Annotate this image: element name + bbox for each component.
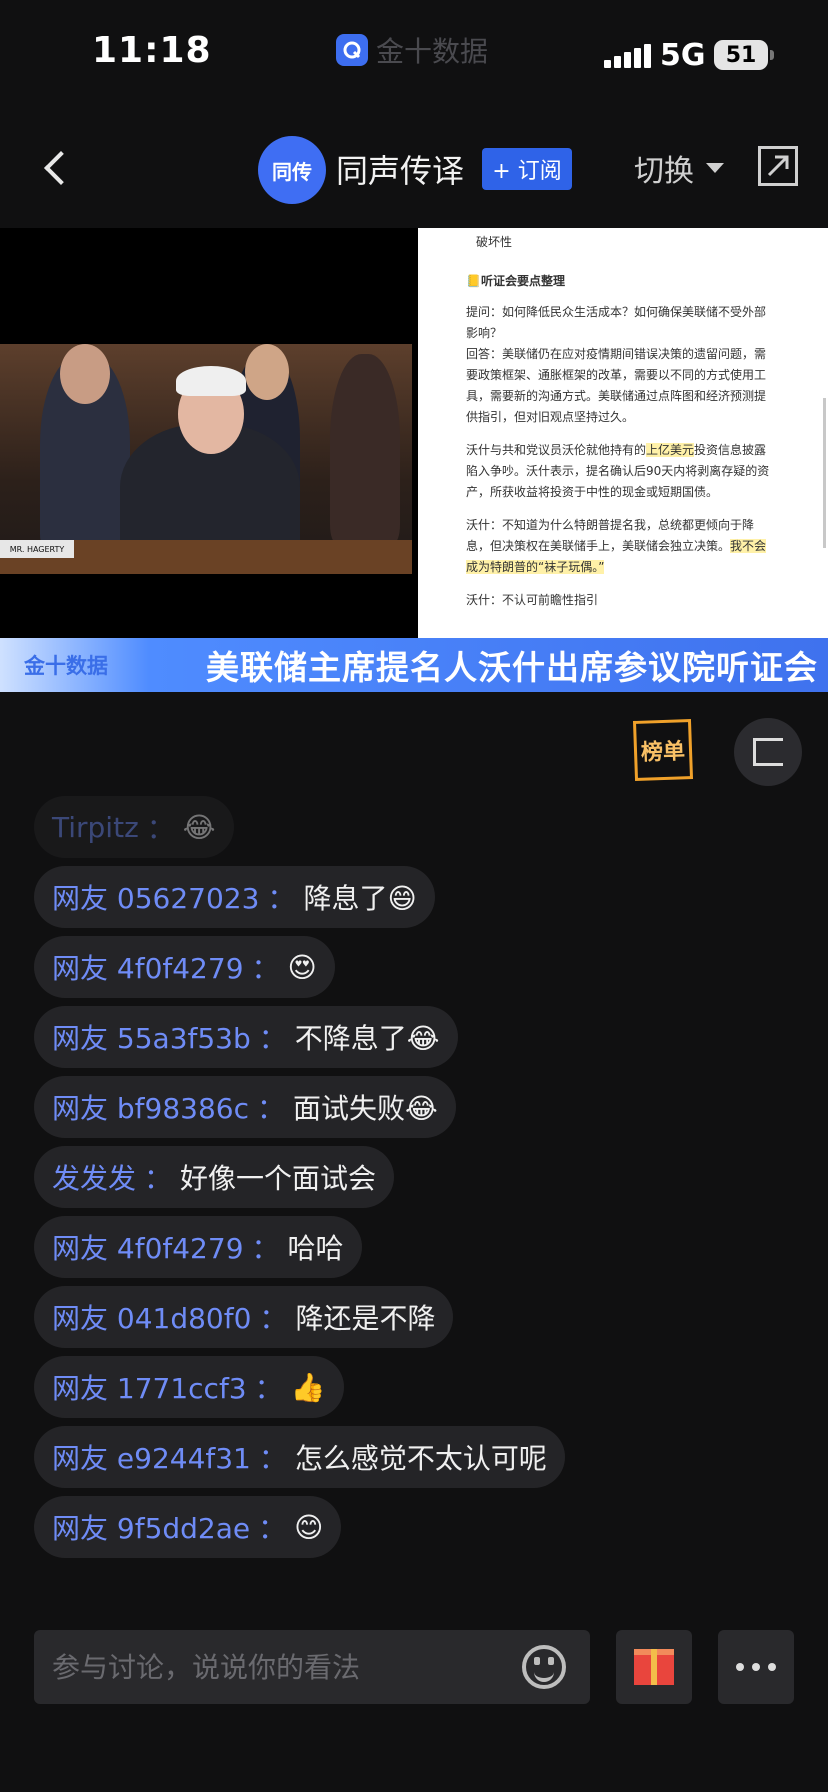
comment-message: 😍 xyxy=(287,950,317,984)
comment-input-bar xyxy=(34,1630,590,1704)
comment-separator: ： xyxy=(259,1302,288,1335)
comment-item: 网友 9f5dd2ae： 😊 xyxy=(34,1496,342,1558)
comment-item: Tirpitz： 😂 xyxy=(34,796,234,858)
comment-message: 好像一个面试会 xyxy=(180,1162,377,1195)
more-button[interactable] xyxy=(718,1630,794,1704)
comment-separator: ： xyxy=(146,812,175,845)
comment-user[interactable]: 网友 4f0f4279 xyxy=(52,947,244,987)
back-button[interactable] xyxy=(30,140,82,196)
comment-item: 网友 1771ccf3： 👍 xyxy=(34,1356,344,1418)
gift-button[interactable] xyxy=(616,1630,692,1704)
banner-title: 美联储主席提名人沃什出席参议院听证会 xyxy=(206,648,818,687)
comment-separator: ： xyxy=(267,882,296,915)
comment-separator: ： xyxy=(258,1512,287,1545)
layout-toggle-button[interactable] xyxy=(734,718,802,786)
comment-separator: ： xyxy=(254,1372,283,1405)
status-time: 11:18 xyxy=(92,30,212,71)
doc-paragraph: 沃什与共和党议员沃伦就他持有的 xyxy=(466,443,647,457)
doc-question: 提问：如何降低民众生活成本？如何确保美联储不受外部影响？ xyxy=(466,305,767,340)
dot xyxy=(736,1663,744,1671)
chevron-left-icon xyxy=(44,151,78,185)
comment-user[interactable]: 网友 041d80f0 xyxy=(52,1297,251,1337)
banner-logo: 金十数据 xyxy=(24,654,108,678)
battery-level: 51 xyxy=(725,42,757,68)
comment-item: 网友 05627023：降息了😄 xyxy=(34,866,435,928)
comment-item: 网友 4f0f4279：哈哈 xyxy=(34,1216,362,1278)
layout-icon xyxy=(753,738,783,766)
comment-message: 怎么感觉不太认可呢 xyxy=(294,1442,547,1475)
person xyxy=(330,354,400,544)
comment-item: 网友 e9244f31：怎么感觉不太认可呢 xyxy=(34,1426,565,1488)
comment-separator: ： xyxy=(251,1232,280,1265)
comment-user[interactable]: Tirpitz xyxy=(52,811,139,844)
comment-item: 网友 bf98386c：面试失败😂 xyxy=(34,1076,456,1138)
doc-bottom-text: 沃什：不认可前瞻性指引 xyxy=(466,593,599,607)
comment-user[interactable]: 网友 bf98386c xyxy=(52,1087,249,1127)
battery-icon: 51 xyxy=(714,40,774,70)
comment-message: 不降息了😂 xyxy=(294,1022,440,1055)
summary-document: 破坏性 📒听证会要点整理 提问：如何降低民众生活成本？如何确保美联储不受外部影响… xyxy=(418,228,828,638)
channel-avatar[interactable]: 同传 xyxy=(258,136,326,204)
doc-top-text: 破坏性 xyxy=(476,235,513,249)
comment-message: 😂 xyxy=(182,810,216,844)
header: 同传 同声传译 + 订阅 切换 xyxy=(0,110,828,228)
comment-item: 网友 041d80f0：降还是不降 xyxy=(34,1286,454,1348)
app-logo-icon xyxy=(336,34,368,66)
comment-message: 降息了😄 xyxy=(303,882,417,915)
comment-separator: ： xyxy=(258,1442,287,1475)
doc-answer: 回答：美联储仍在应对疫情期间错误决策的遗留问题，需要政策框架、通胀框架的改革，需… xyxy=(466,347,767,424)
comment-message: 👍 xyxy=(290,1370,326,1404)
comment-list[interactable]: Tirpitz： 😂 网友 05627023：降息了😄 网友 4f0f4279： 😍… xyxy=(34,796,674,1580)
video-player[interactable]: MR. HAGERTY 破坏性 📒听证会要点整理 提问：如何降低民众生活成本？如… xyxy=(0,228,828,638)
comment-message: 哈哈 xyxy=(287,1232,344,1265)
channel-title: 同声传译 xyxy=(336,152,465,190)
caret-down-icon xyxy=(706,163,724,173)
switch-label: 切换 xyxy=(634,154,694,189)
comment-user[interactable]: 发发发 xyxy=(52,1157,136,1197)
ranking-button[interactable]: 榜单 xyxy=(632,719,694,781)
comment-user[interactable]: 网友 4f0f4279 xyxy=(52,1227,244,1267)
status-bar: 11:18 金十数据 5G 51 xyxy=(0,0,828,110)
comment-message: 降还是不降 xyxy=(295,1302,436,1335)
comment-message: 面试失败😂 xyxy=(293,1092,438,1125)
app-name: 金十数据 xyxy=(376,35,489,68)
live-banner: 金十数据 美联储主席提名人沃什出席参议院听证会 xyxy=(0,638,828,692)
switch-button[interactable]: 切换 xyxy=(634,146,724,190)
nameplate: MR. HAGERTY xyxy=(0,540,74,558)
subscribe-button[interactable]: + 订阅 xyxy=(482,148,572,190)
person xyxy=(245,344,289,400)
comment-message: 😊 xyxy=(294,1510,324,1544)
network-type: 5G xyxy=(660,38,706,73)
doc-scrollbar xyxy=(823,398,826,548)
comment-user[interactable]: 网友 1771ccf3 xyxy=(52,1367,247,1407)
comment-user[interactable]: 网友 55a3f53b xyxy=(52,1017,251,1057)
comment-separator: ： xyxy=(251,952,280,985)
comment-item: 网友 4f0f4279： 😍 xyxy=(34,936,335,998)
person xyxy=(60,344,110,404)
comment-separator: ： xyxy=(144,1162,173,1195)
speaker-hair xyxy=(176,366,246,396)
dot xyxy=(752,1663,760,1671)
comment-item: 发发发：好像一个面试会 xyxy=(34,1146,395,1208)
comment-item: 网友 55a3f53b：不降息了😂 xyxy=(34,1006,458,1068)
status-app-indicator: 金十数据 xyxy=(336,32,488,68)
comment-separator: ： xyxy=(258,1022,287,1055)
gift-icon xyxy=(634,1649,674,1685)
popout-icon[interactable] xyxy=(758,146,798,186)
doc-heading: 📒听证会要点整理 xyxy=(466,274,565,288)
doc-highlight: 上亿美元 xyxy=(646,443,695,457)
comment-user[interactable]: 网友 9f5dd2ae xyxy=(52,1507,250,1547)
emoji-icon[interactable] xyxy=(522,1645,566,1689)
comment-separator: ： xyxy=(257,1092,286,1125)
doc-paragraph: 沃什：不知道为什么特朗普提名我，总统都更倾向于降息，但决策权在美联储手上，美联储… xyxy=(466,518,755,553)
comment-input[interactable] xyxy=(34,1630,522,1704)
comment-user[interactable]: 网友 e9244f31 xyxy=(52,1437,251,1477)
comment-user[interactable]: 网友 05627023 xyxy=(52,877,259,917)
hearing-video-frame: MR. HAGERTY xyxy=(0,344,412,574)
dot xyxy=(768,1663,776,1671)
signal-icon xyxy=(604,44,651,68)
